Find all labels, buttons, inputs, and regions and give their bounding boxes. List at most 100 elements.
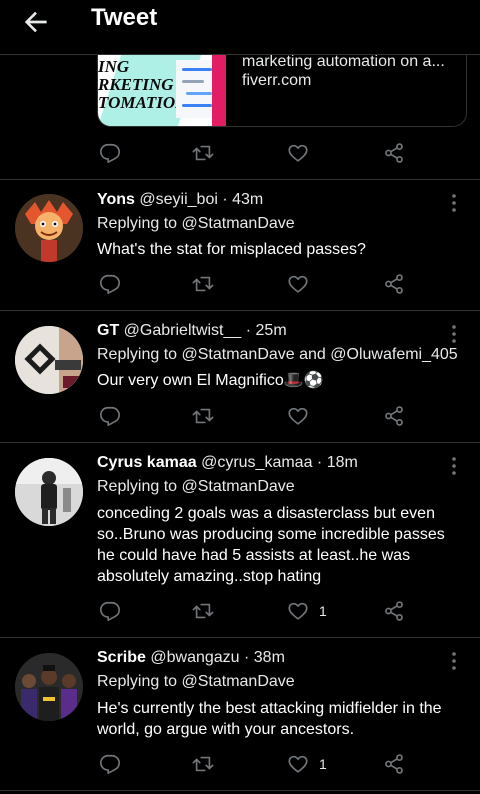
heart-icon bbox=[288, 602, 308, 620]
divider bbox=[0, 637, 480, 638]
retweet-icon bbox=[192, 276, 214, 292]
top-bar: Tweet bbox=[0, 0, 480, 55]
tweet-text: What's the stat for misplaced passes? bbox=[97, 241, 366, 258]
replying-to: Replying to @StatmanDave bbox=[97, 673, 295, 691]
tweet-text: He's currently the best attacking midfie… bbox=[97, 700, 442, 738]
link-preview-image: ING RKETING TOMATIONS bbox=[98, 54, 226, 126]
more-icon bbox=[452, 652, 456, 670]
avatar[interactable] bbox=[15, 194, 83, 262]
like-count: 1 bbox=[319, 603, 327, 619]
more-button[interactable] bbox=[446, 193, 462, 213]
heart-icon bbox=[288, 755, 308, 773]
username[interactable]: @Gabrieltwist__ bbox=[124, 322, 242, 339]
reply-button[interactable] bbox=[99, 752, 121, 776]
replying-to: Replying to @StatmanDave bbox=[97, 478, 295, 496]
mention-joiner: and bbox=[294, 346, 331, 363]
share-button[interactable] bbox=[383, 272, 405, 296]
mention-link[interactable]: @StatmanDave bbox=[182, 478, 295, 495]
more-icon bbox=[452, 457, 456, 475]
username[interactable]: @cyrus_kamaa bbox=[201, 454, 312, 471]
reply-icon bbox=[100, 406, 120, 426]
page-title: Tweet bbox=[91, 4, 158, 31]
main-tweet-actions bbox=[97, 141, 417, 165]
replying-to: Replying to @StatmanDave bbox=[97, 215, 295, 233]
share-icon bbox=[385, 601, 403, 621]
divider bbox=[0, 442, 480, 443]
author-line: Scribe @bwangazu · 38m bbox=[97, 649, 285, 667]
more-icon bbox=[452, 194, 456, 212]
tweet-actions bbox=[97, 404, 417, 428]
share-button[interactable] bbox=[383, 599, 405, 623]
more-icon bbox=[452, 325, 456, 343]
divider bbox=[0, 179, 480, 180]
replying-prefix: Replying to bbox=[97, 673, 182, 690]
author-line: Yons @seyii_boi · 43m bbox=[97, 191, 263, 209]
timestamp[interactable]: · 25m bbox=[241, 322, 287, 339]
retweet-button[interactable] bbox=[192, 404, 214, 428]
mention-link[interactable]: @StatmanDave bbox=[182, 215, 295, 232]
retweet-button[interactable] bbox=[192, 752, 214, 776]
avatar[interactable] bbox=[15, 458, 83, 526]
like-button[interactable] bbox=[287, 272, 319, 296]
share-icon bbox=[385, 754, 403, 774]
share-button[interactable] bbox=[383, 404, 405, 428]
retweet-button[interactable] bbox=[192, 599, 214, 623]
display-name[interactable]: Scribe bbox=[97, 649, 146, 666]
username[interactable]: @seyii_boi bbox=[139, 191, 218, 208]
username[interactable]: @bwangazu bbox=[150, 649, 239, 666]
retweet-button[interactable] bbox=[192, 141, 214, 165]
reply-button[interactable] bbox=[99, 404, 121, 428]
display-name[interactable]: Yons bbox=[97, 191, 135, 208]
divider bbox=[0, 310, 480, 311]
reply-button[interactable] bbox=[99, 272, 121, 296]
replying-prefix: Replying to bbox=[97, 346, 182, 363]
retweet-icon bbox=[192, 603, 214, 619]
heart-icon bbox=[288, 275, 308, 293]
like-button[interactable] bbox=[287, 141, 309, 165]
reply-button[interactable] bbox=[99, 599, 121, 623]
more-button[interactable] bbox=[446, 456, 462, 476]
like-button[interactable]: 1 bbox=[287, 599, 327, 623]
link-preview-card[interactable]: ING RKETING TOMATIONS marketing automation… bbox=[97, 54, 467, 127]
like-button[interactable] bbox=[287, 404, 319, 428]
retweet-icon bbox=[192, 408, 214, 424]
share-icon bbox=[385, 406, 403, 426]
heart-icon bbox=[288, 407, 308, 425]
retweet-icon bbox=[192, 756, 214, 772]
like-button[interactable]: 1 bbox=[287, 752, 327, 776]
back-button[interactable] bbox=[20, 6, 52, 38]
author-line: GT @Gabrieltwist__ · 25m bbox=[97, 322, 287, 340]
reply-icon bbox=[100, 601, 120, 621]
share-icon bbox=[385, 274, 403, 294]
tweet-text: conceding 2 goals was a disasterclass bu… bbox=[97, 505, 445, 585]
share-icon bbox=[385, 143, 403, 163]
reply-button[interactable] bbox=[99, 141, 121, 165]
reply-icon bbox=[100, 274, 120, 294]
tweet-actions: 1 bbox=[97, 752, 417, 776]
back-arrow-icon bbox=[24, 11, 47, 33]
more-button[interactable] bbox=[446, 651, 462, 671]
more-button[interactable] bbox=[446, 324, 462, 344]
share-button[interactable] bbox=[383, 141, 405, 165]
avatar[interactable] bbox=[15, 653, 83, 721]
display-name[interactable]: Cyrus kamaa bbox=[97, 454, 197, 471]
replying-prefix: Replying to bbox=[97, 215, 182, 232]
mention-link[interactable]: @StatmanDave bbox=[182, 346, 295, 363]
tweet-actions: 1 bbox=[97, 599, 417, 623]
mention-link[interactable]: @Oluwafemi_405 bbox=[330, 346, 457, 363]
replying-to: Replying to @StatmanDave and @Oluwafemi_… bbox=[97, 346, 458, 364]
display-name[interactable]: GT bbox=[97, 322, 119, 339]
heart-icon bbox=[288, 144, 308, 162]
share-button[interactable] bbox=[383, 752, 405, 776]
divider bbox=[0, 790, 480, 791]
timestamp[interactable]: · 43m bbox=[218, 191, 263, 208]
mention-link[interactable]: @StatmanDave bbox=[182, 673, 295, 690]
retweet-button[interactable] bbox=[192, 272, 214, 296]
replying-prefix: Replying to bbox=[97, 478, 182, 495]
reply-icon bbox=[100, 143, 120, 163]
timestamp[interactable]: · 38m bbox=[240, 649, 285, 666]
link-title: marketing automation on a... bbox=[242, 54, 445, 70]
like-count: 1 bbox=[319, 756, 327, 772]
timestamp[interactable]: · 18m bbox=[312, 454, 358, 471]
avatar[interactable] bbox=[15, 326, 83, 394]
